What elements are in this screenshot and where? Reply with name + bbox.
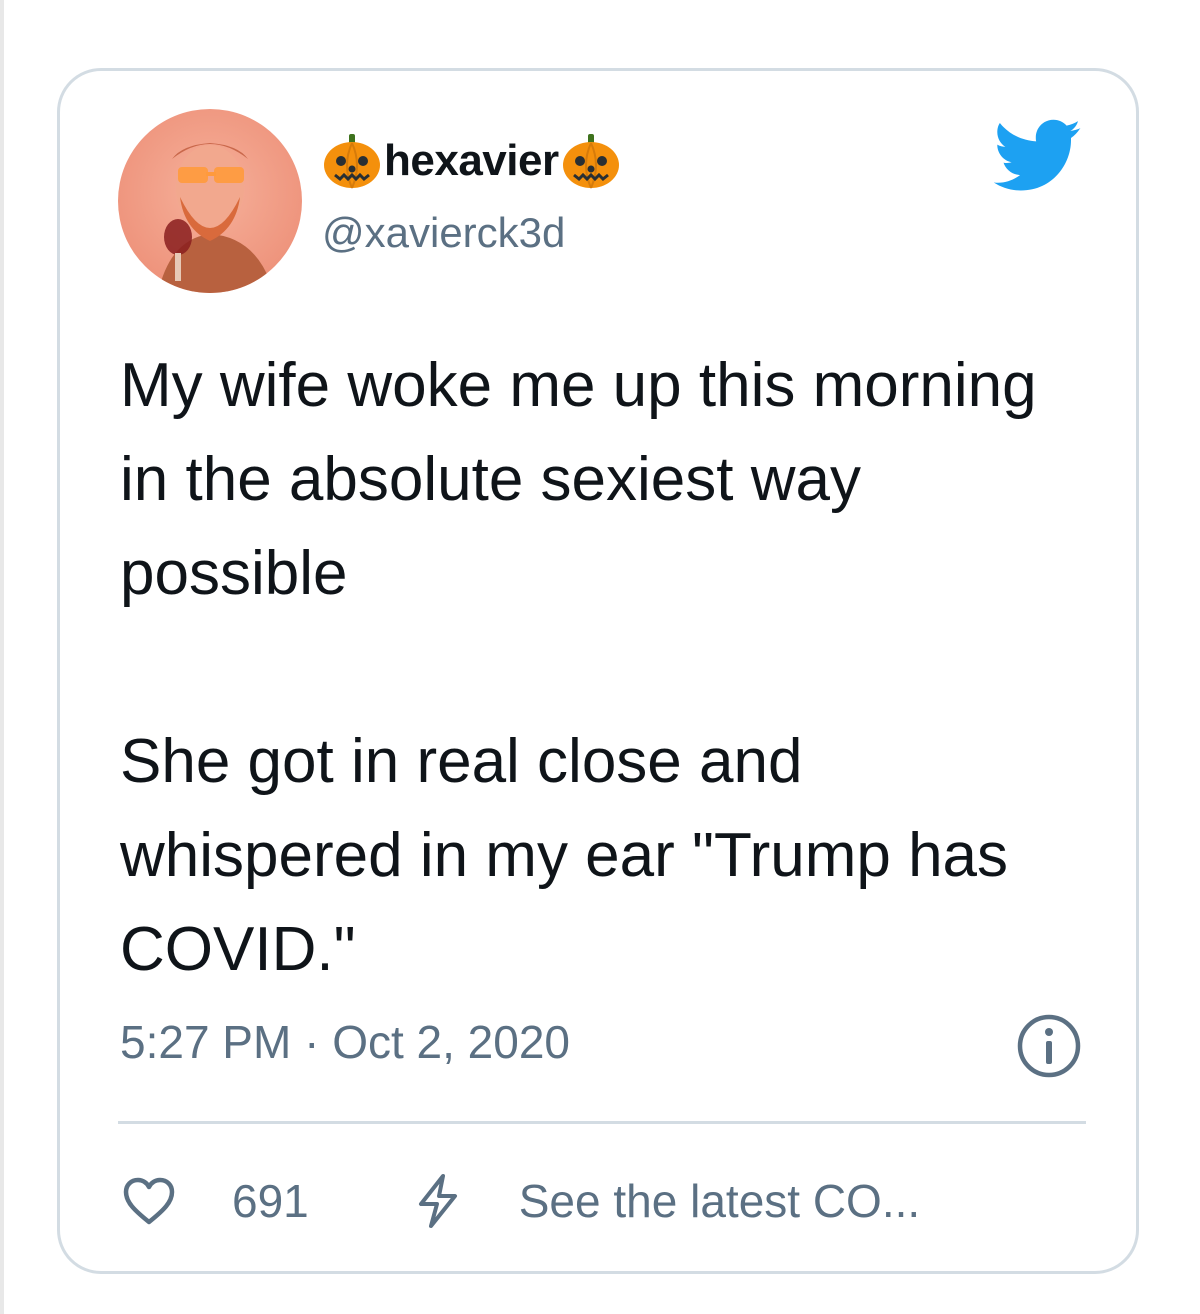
avatar[interactable] [118, 109, 302, 293]
divider [118, 1121, 1086, 1124]
tweet-card[interactable]: hexavier @xavierck3d My wife woke me up … [57, 68, 1139, 1274]
jack-o-lantern-icon [324, 134, 380, 189]
twitter-bird-icon[interactable] [994, 119, 1082, 193]
display-name[interactable]: hexavier [384, 136, 559, 186]
page-edge [0, 0, 4, 1314]
lightning-bolt-icon[interactable] [413, 1172, 463, 1230]
tweet-actions: 691 See the latest CO... [122, 1169, 920, 1233]
display-name-row[interactable]: hexavier [322, 129, 621, 193]
tweet-paragraph: My wife woke me up this morning in the a… [120, 351, 1037, 608]
jack-o-lantern-icon [562, 134, 619, 189]
tweet-text: My wife woke me up this morning in the a… [120, 339, 1060, 997]
tweet-paragraph: She got in real close and whispered in m… [120, 727, 1009, 984]
like-count[interactable]: 691 [232, 1174, 309, 1228]
info-icon[interactable] [1016, 1013, 1082, 1079]
heart-icon[interactable] [122, 1176, 176, 1226]
tweet-timestamp[interactable]: 5:27 PM · Oct 2, 2020 [120, 1015, 570, 1069]
news-link[interactable]: See the latest CO... [519, 1174, 920, 1228]
user-handle[interactable]: @xavierck3d [322, 209, 565, 257]
